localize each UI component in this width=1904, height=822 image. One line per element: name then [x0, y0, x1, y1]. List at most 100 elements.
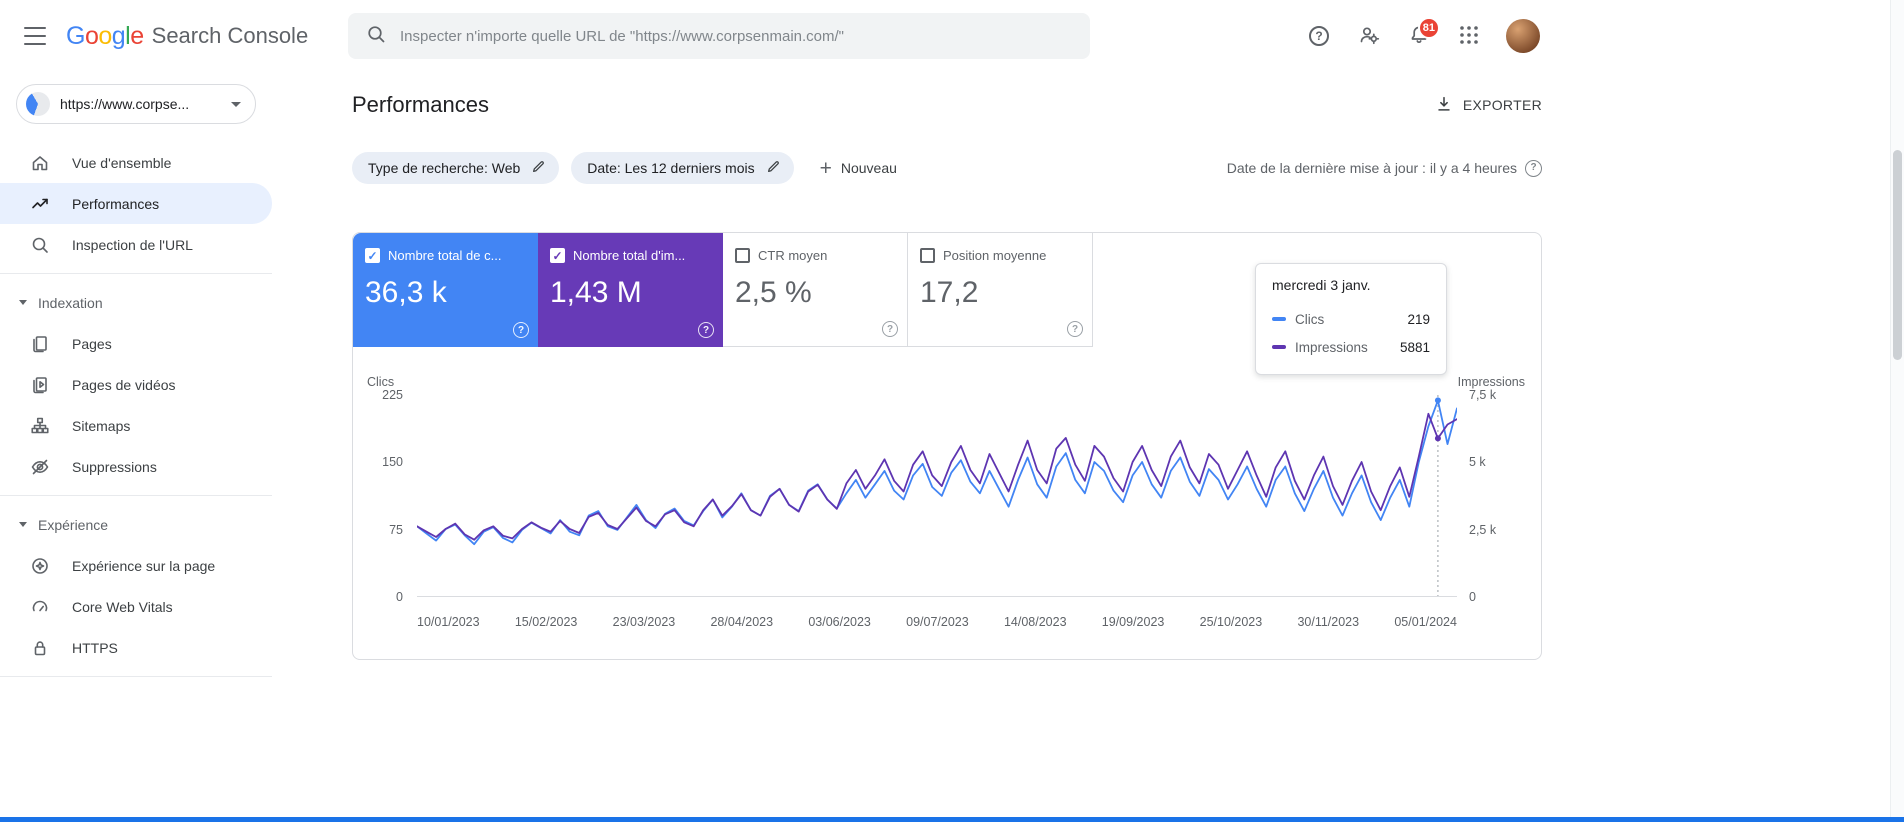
scrollbar-thumb[interactable] [1893, 150, 1902, 360]
sidebar-section-label: Expérience [38, 516, 109, 533]
apps-grid-icon [1458, 24, 1480, 49]
metric-label: Nombre total de c... [388, 248, 502, 263]
app-logo[interactable]: Google Search Console [66, 0, 308, 72]
url-inspect-input[interactable] [400, 27, 1072, 45]
help-glyph: ? [702, 324, 710, 336]
sidebar-item-suppressions[interactable]: Suppressions [0, 446, 272, 487]
x-axis-tick-label: 14/08/2023 [1003, 615, 1067, 629]
sidebar-item-performances[interactable]: Performances [0, 183, 272, 224]
sidebar-item-label: HTTPS [72, 639, 118, 656]
lock-icon [30, 638, 50, 658]
series-line-impressions [416, 412, 1458, 541]
performance-card: ✓ Nombre total de c... 36,3 k ? ✓ Nombre… [352, 232, 1542, 660]
check-glyph: ✓ [367, 248, 378, 263]
sidebar-item-experience-page[interactable]: Expérience sur la page [0, 545, 272, 586]
main-content: Performances EXPORTER Type de recherche:… [352, 72, 1542, 660]
url-inspect-searchbar[interactable] [348, 13, 1090, 59]
help-icon[interactable]: ? [1067, 321, 1083, 337]
help-button[interactable]: ? [1298, 15, 1340, 57]
check-glyph: ✓ [552, 248, 563, 263]
page-scrollbar[interactable] [1890, 0, 1904, 822]
sidebar-section-experience[interactable]: Expérience [0, 504, 272, 545]
export-button[interactable]: EXPORTER [1435, 95, 1542, 116]
checkbox-unchecked-icon[interactable] [735, 248, 750, 263]
sidebar-item-vue-densemble[interactable]: Vue d'ensemble [0, 142, 272, 183]
chart-plot-area[interactable] [416, 395, 1458, 597]
help-icon[interactable]: ? [1525, 159, 1542, 177]
checkbox-checked-icon[interactable]: ✓ [365, 248, 380, 263]
sidebar-item-sitemaps[interactable]: Sitemaps [0, 405, 272, 446]
help-glyph: ? [1071, 323, 1079, 335]
checkbox-unchecked-icon[interactable] [920, 248, 935, 263]
filter-chip-date[interactable]: Date: Les 12 derniers mois [571, 152, 794, 184]
avatar[interactable] [1506, 19, 1540, 53]
help-glyph: ? [1530, 162, 1537, 173]
help-icon: ? [1309, 26, 1329, 46]
person-gear-icon [1358, 24, 1380, 49]
axis-tick-label: 0 [396, 590, 403, 604]
sidebar-item-label: Expérience sur la page [72, 557, 216, 574]
trending-up-icon [30, 194, 50, 214]
sidebar-item-label: Performances [72, 195, 160, 212]
sidebar-item-label: Vue d'ensemble [72, 154, 172, 171]
help-icon[interactable]: ? [698, 322, 714, 338]
help-glyph: ? [517, 324, 525, 336]
help-glyph: ? [886, 323, 894, 335]
sidebar-item-pages-videos[interactable]: Pages de vidéos [0, 364, 272, 405]
x-axis-tick-label: 30/11/2023 [1297, 615, 1360, 629]
filter-label: Date: Les 12 derniers mois [587, 160, 755, 176]
axis-tick-label: 0 [1469, 590, 1476, 604]
right-axis-ticks: 7,5 k 5 k 2,5 k 0 [1469, 388, 1525, 604]
performance-line-chart[interactable] [416, 395, 1458, 596]
metric-card-avg-ctr[interactable]: CTR moyen 2,5 % ? [723, 233, 908, 347]
tooltip-row-impressions: Impressions 5881 [1272, 333, 1430, 361]
metric-label: Position moyenne [943, 248, 1047, 263]
left-axis-title: Clics [367, 375, 395, 389]
metric-card-total-impressions[interactable]: ✓ Nombre total d'im... 1,43 M ? [538, 233, 723, 347]
new-filter-button[interactable]: + Nouveau [820, 158, 897, 179]
sidebar-divider [0, 676, 272, 677]
property-label: https://www.corpse... [60, 96, 190, 112]
property-selector[interactable]: https://www.corpse... [16, 84, 256, 124]
sidebar-item-pages[interactable]: Pages [0, 323, 272, 364]
sidebar-item-inspection-url[interactable]: Inspection de l'URL [0, 224, 272, 265]
apps-grid-button[interactable] [1448, 15, 1490, 57]
sidebar-item-https[interactable]: HTTPS [0, 627, 272, 668]
chevron-down-icon [19, 522, 27, 527]
page-experience-icon [30, 556, 50, 576]
pencil-icon [531, 159, 546, 177]
metric-card-total-clicks[interactable]: ✓ Nombre total de c... 36,3 k ? [353, 233, 538, 347]
chart-tooltip: mercredi 3 janv. Clics 219 Impressions 5… [1255, 263, 1447, 375]
metric-card-avg-position[interactable]: Position moyenne 17,2 ? [908, 233, 1093, 347]
checkbox-checked-icon[interactable]: ✓ [550, 248, 565, 263]
performance-chart: Clics Impressions 225 150 75 0 7,5 k 5 k 2,5 … [353, 373, 1541, 641]
new-filter-label: Nouveau [840, 160, 897, 176]
filter-chip-search-type[interactable]: Type de recherche: Web [352, 152, 560, 184]
sidebar-item-label: Inspection de l'URL [72, 236, 193, 253]
sidebar-item-core-web-vitals[interactable]: Core Web Vitals [0, 586, 272, 627]
notification-badge: 81 [1417, 17, 1440, 39]
magnifier-icon [30, 235, 50, 255]
tooltip-value: 5881 [1399, 339, 1430, 355]
help-icon[interactable]: ? [882, 321, 898, 337]
sitemap-icon [30, 416, 50, 436]
left-axis-ticks: 225 150 75 0 [367, 388, 403, 604]
x-axis-tick-label: 05/01/2024 [1394, 615, 1457, 629]
menu-icon[interactable] [24, 27, 46, 45]
x-axis-tick-label: 09/07/2023 [906, 615, 969, 629]
metric-value: 2,5 % [735, 276, 812, 309]
eye-off-icon [30, 457, 50, 477]
user-settings-button[interactable] [1348, 15, 1390, 57]
clicks-swatch-icon [1272, 317, 1286, 321]
sidebar-item-label: Pages [72, 335, 112, 352]
top-bar: Google Search Console ? 81 [0, 0, 1904, 72]
sidebar-section-indexation[interactable]: Indexation [0, 282, 272, 323]
video-pages-icon [30, 375, 50, 395]
sidebar-item-label: Sitemaps [72, 417, 131, 434]
metric-value: 17,2 [920, 276, 979, 309]
series-line-clics [416, 399, 1458, 546]
notifications-button[interactable]: 81 [1398, 15, 1440, 57]
help-icon[interactable]: ? [513, 322, 529, 338]
right-axis-title: Impressions [1457, 375, 1525, 389]
axis-tick-label: 2,5 k [1469, 522, 1497, 537]
